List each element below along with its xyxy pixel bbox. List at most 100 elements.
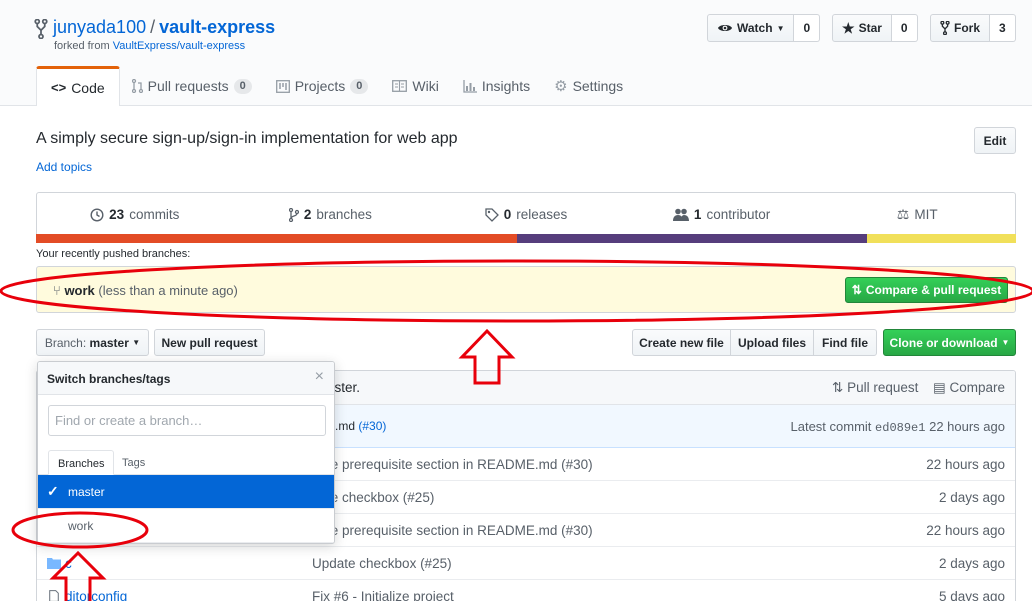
file-row[interactable]: ditorconfig Fix #6 - Initialize project 5 … [37,580,1015,601]
repo-summary-bar: 23 commits 2 branches 0 releases 1 contribut… [36,192,1016,236]
branches-label: branches [316,207,372,222]
fork-label: Fork [954,21,981,35]
compare-pull-request-button[interactable]: ⇅ Compare & pull request [845,277,1008,303]
watch-label: Watch [737,21,773,35]
tab-pull-requests[interactable]: Pull requests 0 [120,66,264,106]
clone-download-label: Clone or download [889,335,998,350]
tab-projects-label: Projects [294,78,346,94]
new-pull-request-button[interactable]: New pull request [154,329,265,356]
add-topics-link[interactable]: Add topics [36,160,92,174]
releases-link[interactable]: 0 releases [428,193,624,236]
tab-pull-requests-label: Pull requests [147,78,229,94]
tab-projects[interactable]: Projects 0 [264,66,381,106]
create-new-file-button[interactable]: Create new file [632,329,731,356]
file-age: 2 days ago [938,556,1005,571]
compare-link[interactable]: ▤ Compare [933,380,1005,396]
repo-owner-link[interactable]: junyada100 [53,17,146,37]
language-bar[interactable] [36,234,1016,243]
file-commit-msg[interactable]: date prerequisite section in README.md (… [312,523,593,538]
file-commit-msg[interactable]: Fix #6 - Initialize project [312,589,454,601]
releases-count: 0 [503,207,512,222]
releases-label: releases [516,207,568,222]
find-file-button[interactable]: Find file [813,329,877,356]
fork-count[interactable]: 3 [990,14,1016,42]
chevron-down-icon: ▼ [1001,338,1010,347]
star-count[interactable]: 0 [891,14,918,42]
commits-link[interactable]: 23 commits [37,193,233,236]
projects-counter: 0 [350,78,369,94]
tab-settings-label: Settings [572,78,624,94]
diff-icon: ▤ [933,380,946,395]
dropdown-header: Switch branches/tags [38,362,334,395]
watch-button[interactable]: Watch ▼ [707,14,795,42]
tag-icon [485,207,499,222]
pull-request-icon [131,79,143,93]
branch-prefix: Branch: [44,335,87,350]
file-age: 22 hours ago [926,457,1005,472]
pull-request-link[interactable]: ⇅ Pull request [832,380,918,396]
commit-sha[interactable]: ed089e1 [875,421,925,435]
forked-prefix: forked from [54,40,110,52]
close-icon[interactable]: × [315,368,324,386]
compare-pull-request-label: Compare & pull request [865,283,1002,297]
tab-insights[interactable]: Insights [451,66,542,106]
tab-insights-label: Insights [481,78,531,94]
branch-item-master[interactable]: ✓ master [38,475,334,509]
edit-description-button[interactable]: Edit [974,127,1016,154]
gear-icon: ⚙ [554,78,568,95]
branch-select-button[interactable]: Branch: master ▼ [36,329,149,356]
file-name[interactable]: c [65,556,72,571]
forked-source-link[interactable]: VaultExpress/vault-express [113,40,245,52]
branch-item-label: work [68,519,94,533]
book-icon [392,80,408,92]
tab-settings[interactable]: ⚙ Settings [542,66,635,106]
eye-icon [718,25,732,31]
file-row[interactable]: c Update checkbox (#25) 2 days ago [37,547,1015,580]
repo-name-link[interactable]: vault-express [159,17,275,37]
clone-download-button[interactable]: Clone or download ▼ [883,329,1016,356]
contributors-link[interactable]: 1 contributor [624,193,820,236]
commits-label: commits [129,207,180,222]
latest-commit-label: Latest commit [790,419,872,434]
history-icon [90,207,104,222]
latest-commit-pr[interactable]: (#30) [358,419,386,433]
license-link[interactable]: ⚖ MIT [819,193,1015,236]
upload-files-button[interactable]: Upload files [730,329,814,356]
language-segment [867,234,1016,243]
watch-count[interactable]: 0 [794,14,821,42]
forked-from-text: forked from VaultExpress/vault-express [54,40,245,52]
folder-icon [47,558,61,569]
branch-filter-input[interactable]: Find or create a branch… [48,405,326,436]
star-label: Star [858,21,882,35]
language-segment [517,234,868,243]
branch-icon: ⑂ [53,283,61,298]
file-commit-msg[interactable]: date prerequisite section in README.md (… [312,457,593,472]
branch-item-work[interactable]: work [38,509,334,543]
repo-forked-icon [34,19,48,39]
branch-item-label: master [68,485,105,499]
branches-count: 2 [303,207,312,222]
file-age: 22 hours ago [926,523,1005,538]
check-icon: ✓ [47,483,59,499]
repo-header: junyada100/vault-express forked from Vau… [0,0,1032,106]
recent-push-text: ⑂ work (less than a minute ago) [53,283,238,298]
language-segment [36,234,518,243]
organization-icon [672,208,689,221]
pushed-time: (less than a minute ago) [98,283,238,298]
tab-tags[interactable]: Tags [113,450,154,475]
fork-button[interactable]: Fork [930,14,991,42]
branches-link[interactable]: 2 branches [233,193,429,236]
latest-commit-time: 22 hours ago [929,419,1005,434]
pushed-branch-link[interactable]: work [64,283,94,298]
project-icon [275,79,290,93]
latest-commit-message[interactable]: E.md (#30) [327,419,386,433]
tab-branches[interactable]: Branches [48,450,115,475]
recent-push-banner: ⑂ work (less than a minute ago) ⇅ Compare… [36,266,1016,313]
star-button[interactable]: ★ Star [832,14,892,42]
file-commit-msg[interactable]: Update checkbox (#25) [312,556,452,571]
tab-wiki[interactable]: Wiki [380,66,450,106]
repo-title: junyada100/vault-express [53,17,275,38]
file-name[interactable]: ditorconfig [65,589,127,601]
graph-icon [463,79,477,93]
tab-code[interactable]: <> Code [36,66,120,106]
